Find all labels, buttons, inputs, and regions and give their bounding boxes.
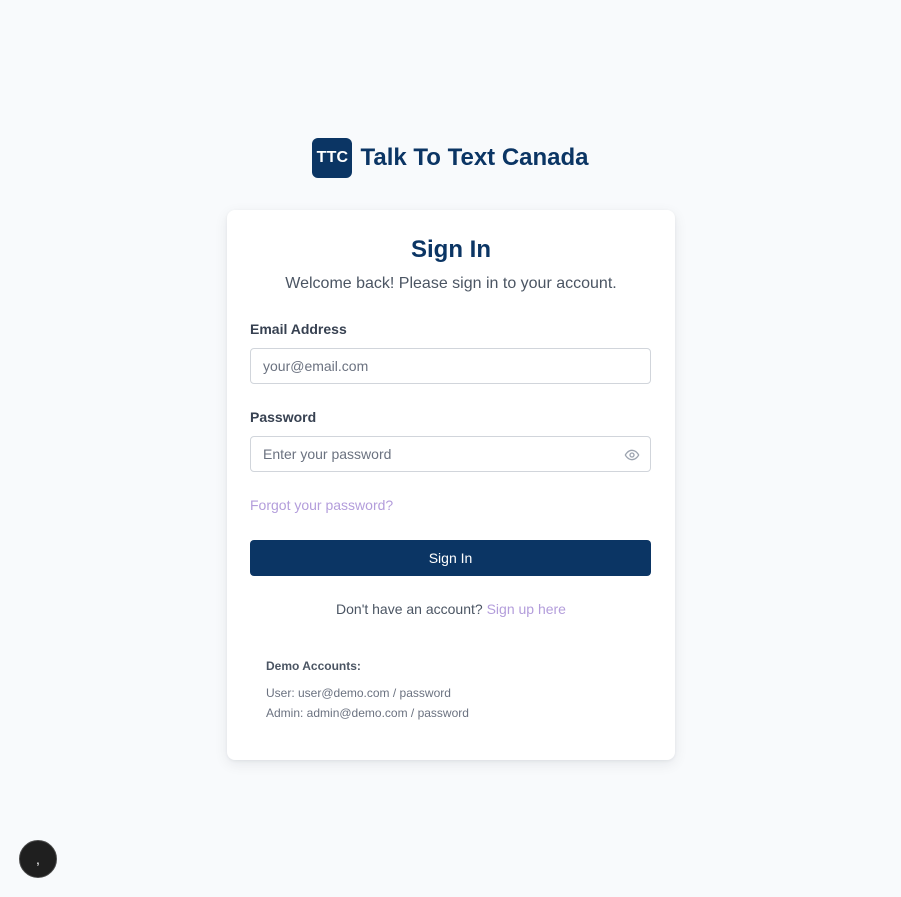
forgot-password-link[interactable]: Forgot your password? bbox=[250, 497, 393, 513]
demo-accounts-title: Demo Accounts: bbox=[266, 659, 361, 673]
brand-logo: TTC bbox=[312, 138, 353, 178]
email-label: Email Address bbox=[250, 321, 347, 337]
demo-admin-line: Admin: admin@demo.com / password bbox=[266, 706, 469, 720]
eye-icon[interactable] bbox=[624, 447, 640, 463]
brand-header: TTC Talk To Text Canada bbox=[0, 138, 901, 178]
brand-name: Talk To Text Canada bbox=[360, 144, 589, 171]
demo-accounts-panel: Demo Accounts: User: user@demo.com / pas… bbox=[250, 644, 651, 734]
password-input[interactable] bbox=[251, 437, 650, 471]
email-input[interactable] bbox=[251, 349, 650, 383]
signin-card: Sign In Welcome back! Please sign in to … bbox=[227, 210, 675, 760]
floating-action-button[interactable]: , bbox=[19, 840, 57, 878]
no-account-text: Don't have an account? bbox=[336, 601, 483, 617]
password-label: Password bbox=[250, 409, 317, 425]
demo-user-line: User: user@demo.com / password bbox=[266, 686, 451, 700]
floating-action-icon: , bbox=[36, 851, 40, 867]
page-subtitle: Welcome back! Please sign in to your acc… bbox=[285, 275, 617, 292]
sign-up-link[interactable]: Sign up here bbox=[487, 601, 566, 617]
password-field-wrapper bbox=[250, 436, 651, 472]
email-field-wrapper bbox=[250, 348, 651, 384]
signup-prompt: Don't have an account? Sign up here bbox=[227, 601, 675, 617]
page-title: Sign In bbox=[411, 236, 491, 263]
sign-in-button[interactable]: Sign In bbox=[250, 540, 651, 576]
